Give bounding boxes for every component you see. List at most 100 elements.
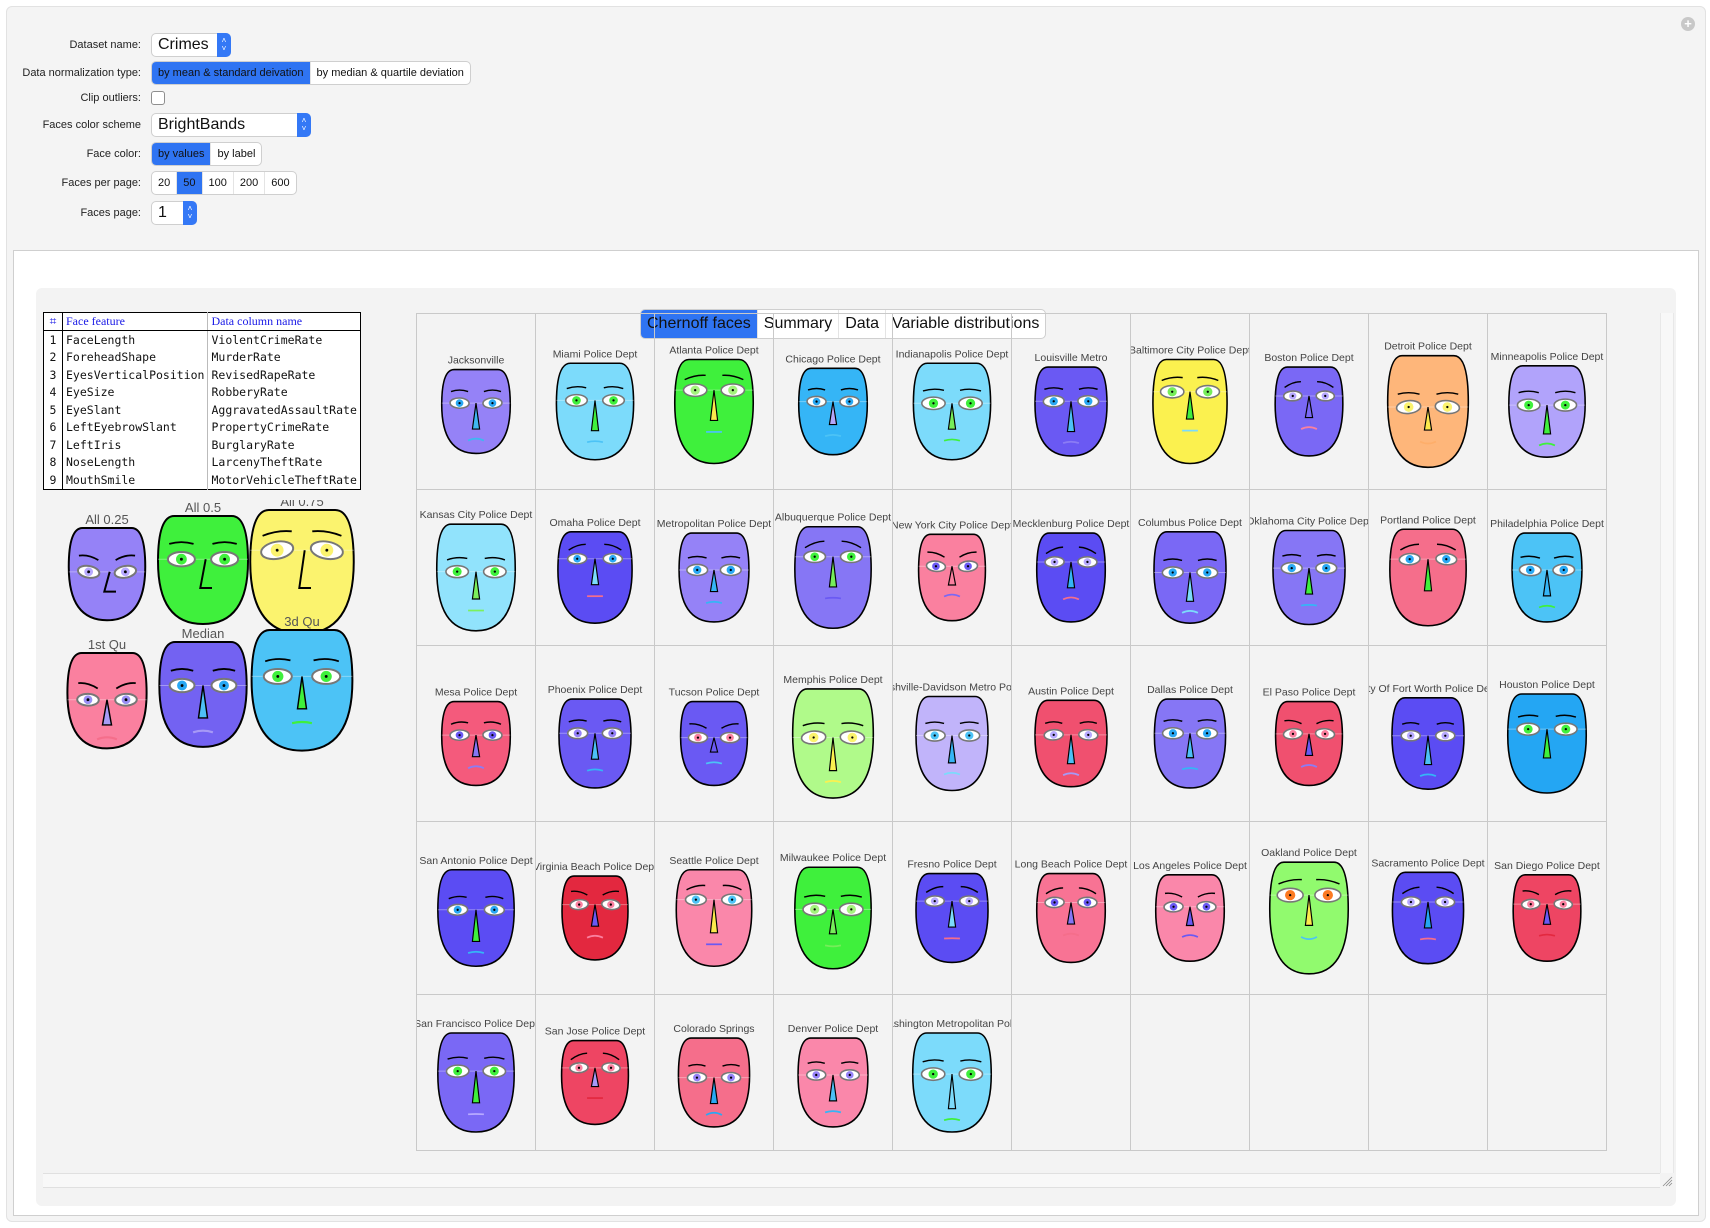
- face-color-option[interactable]: by values: [152, 143, 212, 165]
- chernoff-face: [557, 530, 633, 625]
- legend-cell: MurderRate: [211, 350, 281, 365]
- page-select[interactable]: 1 ˄ ˅: [151, 201, 197, 225]
- legend-row: 1 FaceLength ViolentCrimeRate: [43, 330, 361, 349]
- right-eye: [720, 383, 746, 398]
- horizontal-scrollbar[interactable]: [43, 1173, 1660, 1188]
- chernoff-face: [440, 368, 512, 455]
- chernoff-face-plot: Detroit Police Dept: [1384, 341, 1472, 469]
- left-eye: [920, 1067, 946, 1082]
- resize-handle-icon[interactable]: [1660, 1173, 1673, 1187]
- chernoff-face: [917, 533, 987, 622]
- left-eye: [805, 1069, 827, 1081]
- face-label: Omaha Police Dept: [549, 517, 640, 529]
- face-cell: Colorado Springs: [654, 994, 774, 1151]
- right-eye: [1315, 390, 1336, 402]
- faces-grid-row: San Francisco Police Dept San Jose Police…: [416, 994, 1607, 1151]
- left-eye: [1516, 722, 1541, 736]
- clip-label: Clip outliers:: [80, 92, 141, 104]
- legend-cell: 7: [43, 436, 63, 454]
- chevron-updown-icon[interactable]: ˄ ˅: [183, 201, 197, 225]
- legend-row: 5 EyeSlant AggravatedAssaultRate: [43, 401, 361, 419]
- per-page-option[interactable]: 50: [177, 172, 203, 194]
- chernoff-face: [1274, 366, 1344, 457]
- right-eye: [1196, 900, 1217, 913]
- right-eye: [601, 1062, 621, 1074]
- right-eye: [482, 1064, 507, 1078]
- legend-cell: MotorVehicleTheftRate: [211, 472, 357, 487]
- left-eye: [1400, 729, 1422, 742]
- pupil: [222, 684, 226, 687]
- left-eye: [687, 731, 709, 744]
- dataset-row: Dataset name: Crimes ˄ ˅: [7, 33, 231, 57]
- face-cell: Minneapolis Police Dept: [1487, 313, 1607, 490]
- face-label: New York City Police Dept: [893, 519, 1011, 531]
- chernoff-face-plot: Dallas Police Dept: [1147, 684, 1233, 789]
- per-page-option[interactable]: 600: [265, 172, 295, 194]
- chernoff-face: [915, 872, 989, 964]
- pupil: [696, 568, 699, 572]
- face-color-option[interactable]: by label: [211, 143, 261, 165]
- face-cell: Washington Metropolitan Police: [892, 994, 1012, 1151]
- legend-cell: AggravatedAssaultRate: [211, 402, 357, 417]
- per-page-option[interactable]: 100: [203, 172, 234, 194]
- legend-row: 6 LeftEyebrowSlant PropertyCrimeRate: [43, 418, 361, 436]
- chernoff-face-plot: Los Angeles Police Dept: [1133, 860, 1247, 962]
- chernoff-face: [437, 1032, 515, 1133]
- chernoff-face: [560, 1039, 630, 1126]
- normalization-option[interactable]: by mean & standard deivation: [152, 62, 311, 84]
- right-eye: [958, 396, 983, 411]
- face-label: El Paso Police Dept: [1263, 687, 1356, 699]
- color-scheme-select[interactable]: BrightBands ˄ ˅: [151, 113, 311, 137]
- pupil: [180, 684, 184, 687]
- pupil: [1527, 403, 1530, 407]
- chevron-updown-icon[interactable]: ˄ ˅: [217, 33, 231, 57]
- color-scheme-label: Faces color scheme: [42, 119, 141, 131]
- legend-cell: 6: [43, 418, 63, 436]
- chernoff-face-plot: Chicago Police Dept: [785, 353, 881, 456]
- left-eye: [1159, 384, 1185, 399]
- per-page-option[interactable]: 200: [234, 172, 266, 194]
- pupil: [730, 898, 734, 901]
- per-page-row: Faces per page: 20 50 100 200 600: [7, 171, 297, 195]
- left-eye: [684, 893, 708, 907]
- legend-header: ⌗: [43, 312, 63, 331]
- normalization-option[interactable]: by median & quartile deviation: [311, 62, 470, 84]
- face-label: Jacksonville: [448, 355, 505, 367]
- face-label: Phoenix Police Dept: [548, 684, 643, 696]
- pupil: [1564, 403, 1567, 407]
- dataset-select[interactable]: Crimes ˄ ˅: [151, 33, 231, 57]
- right-eye: [1078, 728, 1099, 741]
- chernoff-face-plot: Washington Metropolitan Police: [893, 1018, 1011, 1133]
- chernoff-face: [794, 525, 872, 630]
- chernoff-face: [158, 641, 248, 748]
- chernoff-face-plot: Jacksonville: [440, 355, 512, 455]
- pupil: [1527, 727, 1530, 731]
- face-label: Seattle Police Dept: [669, 855, 758, 867]
- chernoff-face: [561, 875, 629, 961]
- chernoff-face: [1391, 871, 1465, 965]
- right-eye: [601, 727, 624, 740]
- mouth: [824, 596, 842, 600]
- legend-cell: 3: [43, 366, 63, 384]
- normalization-label: Data normalization type:: [22, 67, 141, 79]
- chevron-updown-icon[interactable]: ˄ ˅: [297, 113, 311, 137]
- clip-outliers-checkbox[interactable]: [151, 91, 165, 105]
- add-icon[interactable]: +: [1681, 17, 1695, 31]
- legend-cell: PropertyCrimeRate: [211, 420, 330, 435]
- color-scheme-value: BrightBands: [158, 116, 246, 133]
- dataset-label: Dataset name:: [69, 39, 141, 51]
- face-cell: Virginia Beach Police Dept: [535, 821, 655, 995]
- face-label: San Antonio Police Dept: [419, 855, 532, 867]
- vertical-scrollbar[interactable]: [1660, 313, 1674, 1173]
- page-row: Faces page: 1 ˄ ˅: [7, 201, 197, 225]
- face-cell: Omaha Police Dept: [535, 489, 655, 646]
- left-eye: [76, 692, 100, 707]
- face-label: Chicago Police Dept: [785, 353, 880, 365]
- chernoff-face: [66, 652, 148, 750]
- per-page-option[interactable]: 20: [152, 172, 178, 194]
- right-eye: [1434, 896, 1456, 908]
- face-label: San Francisco Police Dept: [417, 1018, 535, 1030]
- chernoff-face-plot: Indianapolis Police Dept: [896, 348, 1008, 461]
- face-cell: New York City Police Dept: [892, 489, 1012, 646]
- pupil: [968, 734, 971, 737]
